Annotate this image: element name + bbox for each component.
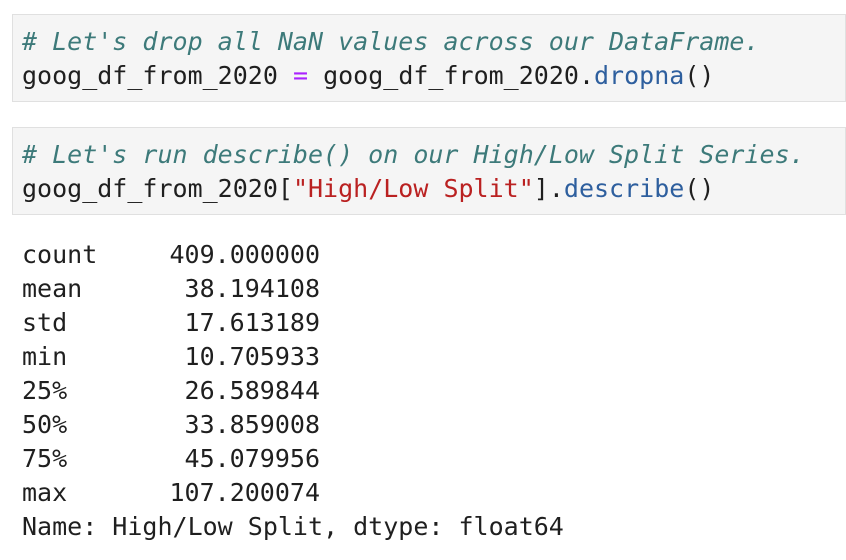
stat-row: std 17.613189 xyxy=(22,306,564,340)
stat-row: max 107.200074 xyxy=(22,476,564,510)
code-method: dropna xyxy=(594,61,685,90)
stat-label: min xyxy=(22,342,68,371)
stat-value: 33.859008 xyxy=(184,410,320,439)
series-footer: Name: High/Low Split, dtype: float64 xyxy=(22,512,564,541)
code-cell-dropna[interactable]: # Let's drop all NaN values across our D… xyxy=(12,14,846,102)
stat-label: 75% xyxy=(22,444,68,473)
stat-label: 25% xyxy=(22,376,68,405)
stat-value: 26.589844 xyxy=(184,376,320,405)
stat-value: 17.613189 xyxy=(184,308,320,337)
stat-label: count xyxy=(22,240,98,269)
code-line-comment: # Let's run describe() on our High/Low S… xyxy=(22,138,845,172)
stat-label: mean xyxy=(22,274,83,303)
stat-value: 10.705933 xyxy=(184,342,320,371)
stat-value: 409.000000 xyxy=(169,240,320,269)
code-args: () xyxy=(684,61,715,90)
code-args: () xyxy=(684,174,715,203)
code-string-key: "High/Low Split" xyxy=(292,174,534,203)
stat-label: max xyxy=(22,478,68,507)
code-line-statement: goog_df_from_2020["High/Low Split"].desc… xyxy=(22,172,845,206)
code-bracket-open: [ xyxy=(277,174,293,203)
code-dot: . xyxy=(548,174,564,203)
code-comment: # Let's run describe() on our High/Low S… xyxy=(22,140,805,169)
stat-row: 75% 45.079956 xyxy=(22,442,564,476)
stat-value: 38.194108 xyxy=(184,274,320,303)
stat-row: mean 38.194108 xyxy=(22,272,564,306)
code-operator: = xyxy=(292,61,308,90)
stat-label: 50% xyxy=(22,410,68,439)
stat-value: 45.079956 xyxy=(184,444,320,473)
stat-value: 107.200074 xyxy=(169,478,320,507)
code-object: goog_df_from_2020 xyxy=(323,61,579,90)
stat-label: std xyxy=(22,308,68,337)
stat-row: 50% 33.859008 xyxy=(22,408,564,442)
code-variable: goog_df_from_2020 xyxy=(22,61,278,90)
code-line-statement: goog_df_from_2020 = goog_df_from_2020.dr… xyxy=(22,59,845,93)
code-method: describe xyxy=(563,174,685,203)
stat-row: 25% 26.589844 xyxy=(22,374,564,408)
stat-row: count 409.000000 xyxy=(22,238,564,272)
cell-output: count 409.000000 mean 38.194108 std 17.6131… xyxy=(22,238,564,544)
code-comment: # Let's drop all NaN values across our D… xyxy=(22,27,760,56)
code-variable: goog_df_from_2020 xyxy=(22,174,278,203)
code-bracket-close: ] xyxy=(533,174,549,203)
code-cell-describe[interactable]: # Let's run describe() on our High/Low S… xyxy=(12,127,846,215)
code-line-comment: # Let's drop all NaN values across our D… xyxy=(22,25,845,59)
stat-row: min 10.705933 xyxy=(22,340,564,374)
code-dot: . xyxy=(578,61,594,90)
